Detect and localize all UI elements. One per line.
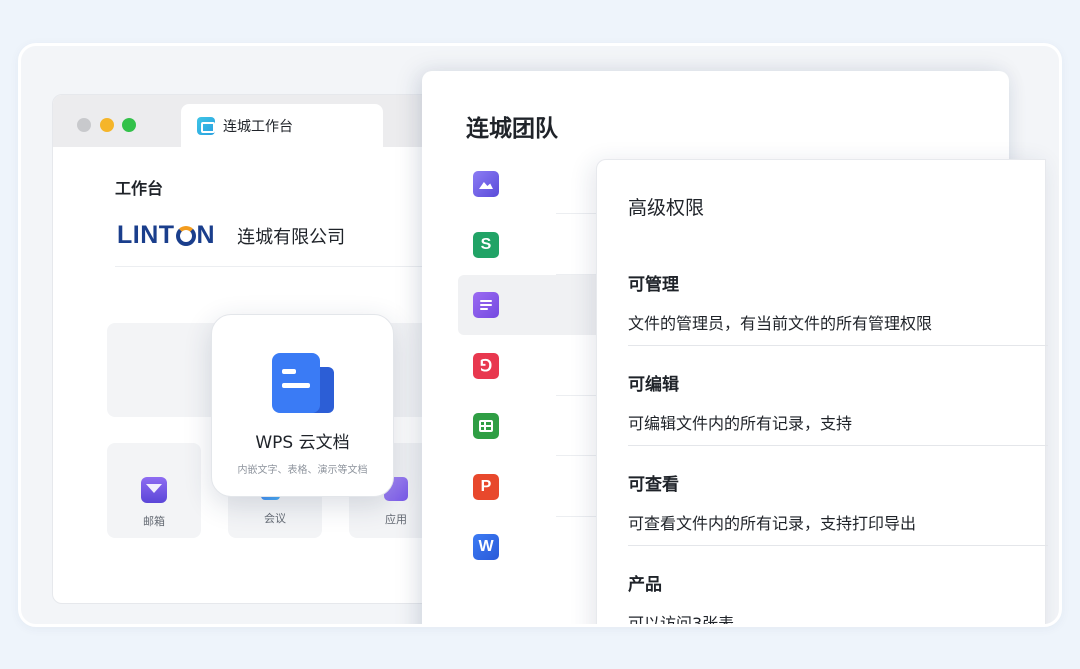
app-label: 会议 [264,512,286,525]
advanced-permissions-panel: 高级权限 可管理 文件的管理员，有当前文件的所有管理权限 可编辑 可编辑文件内的… [596,159,1048,627]
spreadsheet-file-icon: S [473,232,499,258]
word-file-icon: W [473,534,499,560]
illustration-frame: 连城工作台 工作台 LINT N 连城有限公司 邮箱 会议 应用 WPS 云文档… [18,43,1062,627]
file-row-word[interactable]: W [458,517,618,577]
permission-manage[interactable]: 可管理 文件的管理员，有当前文件的所有管理权限 [628,270,1048,334]
permission-description: 文件的管理员，有当前文件的所有管理权限 [628,314,933,333]
file-row-presentation[interactable]: P [458,457,636,517]
window-minimize-dot[interactable] [100,118,114,132]
table-file-icon [473,413,499,439]
file-row-document[interactable] [458,275,618,335]
permission-description: 可查看文件内的所有记录，支持打印导出 [628,514,917,533]
permissions-title: 高级权限 [628,197,705,219]
pdf-file-icon: ⅁ [473,353,499,379]
browser-titlebar: 连城工作台 [53,95,451,147]
permission-description: 可编辑文件内的所有记录，支持 [628,414,853,433]
team-title: 连城团队 [466,116,558,142]
permission-view[interactable]: 可查看 可查看文件内的所有记录，支持打印导出 [628,470,1048,534]
presentation-file-icon: P [473,474,499,500]
divider [115,266,451,267]
app-label: 应用 [385,513,407,526]
permission-title: 可管理 [628,275,679,295]
image-file-icon [473,171,499,197]
company-header: LINT N 连城有限公司 [117,221,345,250]
app-mail[interactable]: 邮箱 [107,443,201,538]
file-row-table[interactable] [458,396,636,456]
permission-title: 可编辑 [628,375,679,395]
window-maximize-dot[interactable] [122,118,136,132]
permission-title: 产品 [628,575,662,595]
tab-title: 连城工作台 [223,118,293,135]
divider [628,445,1048,446]
divider [628,545,1048,546]
file-row-image[interactable] [458,154,636,214]
workspace-app-icon [197,116,215,135]
company-name: 连城有限公司 [237,226,346,248]
workspace-browser-window: 连城工作台 工作台 LINT N 连城有限公司 邮箱 会议 应用 WPS 云文档… [52,94,452,604]
wps-card-description: 内嵌文字、表格、演示等文档 [237,465,368,476]
divider [628,345,1048,346]
workspace-title: 工作台 [115,179,164,198]
permission-edit[interactable]: 可编辑 可编辑文件内的所有记录，支持 [628,370,1048,434]
wps-card-title: WPS 云文档 [255,433,350,453]
window-close-dot[interactable] [77,118,91,132]
company-logo: LINT N [117,221,216,249]
permission-product[interactable]: 产品 可以访问3张表 [628,570,1048,627]
file-row-spreadsheet[interactable]: S [458,215,636,275]
tab-workspace[interactable]: 连城工作台 [181,104,383,147]
app-label: 邮箱 [143,515,165,528]
file-row-pdf[interactable]: ⅁ [458,336,636,396]
wps-docs-icon [271,353,334,413]
document-file-icon [473,292,499,318]
permission-title: 可查看 [628,475,679,495]
permission-description: 可以访问3张表 [628,614,735,627]
wps-cloud-docs-card[interactable]: WPS 云文档 内嵌文字、表格、演示等文档 [211,314,394,497]
mail-icon [141,477,167,503]
